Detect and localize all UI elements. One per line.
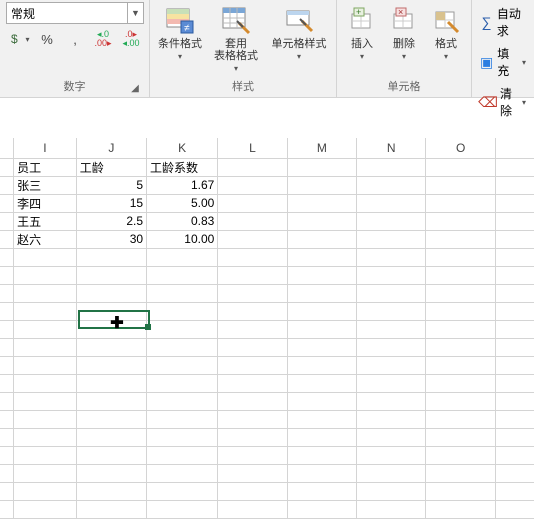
number-format-combo[interactable]: ▼ <box>6 2 144 24</box>
svg-text:×: × <box>398 7 403 17</box>
format-icon <box>430 4 462 36</box>
chevron-down-icon: ▾ <box>360 52 364 61</box>
sigma-icon: ∑ <box>480 14 493 30</box>
insert-button[interactable]: + 插入 ▾ <box>343 2 381 61</box>
table-row[interactable]: 王五 2.5 0.83 <box>0 212 534 230</box>
group-editing: ∑ 自动求 ▣ 填充▾ ⌫ 清除▾ <box>472 0 534 97</box>
cell[interactable]: 员工 <box>14 158 77 176</box>
accounting-format-button[interactable]: $▾ <box>6 26 32 52</box>
cell[interactable]: 王五 <box>14 212 77 230</box>
fill-button[interactable]: ▣ 填充▾ <box>478 44 528 80</box>
insert-icon: + <box>346 4 378 36</box>
increase-decimal-button[interactable]: ◂.0 .00▸ <box>90 26 116 52</box>
cell[interactable]: 工龄系数 <box>147 158 218 176</box>
cell[interactable]: 5 <box>76 176 146 194</box>
percent-button[interactable]: % <box>34 26 60 52</box>
table-row[interactable]: 赵六 30 10.00 <box>0 230 534 248</box>
svg-text:+: + <box>356 7 361 17</box>
ribbon: ▼ $▾ % , ◂.0 .00▸ .0▸ ◂.00 <box>0 0 534 98</box>
cell[interactable]: 15 <box>76 194 146 212</box>
cell[interactable]: 李四 <box>14 194 77 212</box>
table-row[interactable]: 员工 工龄 工龄系数 <box>0 158 534 176</box>
autosum-label: 自动求 <box>497 5 526 39</box>
format-label: 格式 <box>435 38 457 50</box>
conditional-formatting-label: 条件格式 <box>158 38 202 50</box>
cell[interactable]: 张三 <box>14 176 77 194</box>
format-button[interactable]: 格式 ▾ <box>427 2 465 61</box>
chevron-down-icon: ▾ <box>444 52 448 61</box>
table-row[interactable]: 张三 5 1.67 <box>0 176 534 194</box>
group-cells: + 插入 ▾ × 删除 ▾ 格式 ▾ 单元格 <box>337 0 472 97</box>
insert-label: 插入 <box>351 38 373 50</box>
conditional-formatting-button[interactable]: ≠ 条件格式 ▾ <box>156 2 204 61</box>
fill-label: 填充 <box>497 45 517 79</box>
delete-icon: × <box>388 4 420 36</box>
group-number-label: 数字 ◢ <box>6 76 143 97</box>
col-header[interactable]: J <box>76 138 146 158</box>
cell[interactable]: 2.5 <box>76 212 146 230</box>
group-number: ▼ $▾ % , ◂.0 .00▸ .0▸ ◂.00 <box>0 0 150 97</box>
col-header[interactable]: O <box>426 138 495 158</box>
svg-text:≠: ≠ <box>184 23 190 34</box>
chevron-down-icon: ▾ <box>297 52 301 61</box>
cell[interactable]: 30 <box>76 230 146 248</box>
cell[interactable]: 赵六 <box>14 230 77 248</box>
format-as-table-label: 套用 表格格式 <box>214 38 258 62</box>
number-format-dropdown[interactable]: ▼ <box>127 3 143 23</box>
col-header[interactable]: I <box>14 138 77 158</box>
cell-styles-label: 单元格样式 <box>272 38 327 50</box>
column-headers-row: I J K L M N O <box>0 138 534 158</box>
group-styles-label: 样式 <box>156 76 330 97</box>
format-as-table-button[interactable]: 套用 表格格式 ▾ <box>208 2 264 73</box>
chevron-down-icon: ▾ <box>234 64 238 73</box>
chevron-down-icon: ▾ <box>178 52 182 61</box>
cell-styles-icon <box>283 4 315 36</box>
decrease-decimal-button[interactable]: .0▸ ◂.00 <box>118 26 144 52</box>
number-dialog-launcher[interactable]: ◢ <box>129 83 141 95</box>
group-styles: ≠ 条件格式 ▾ 套用 表格格式 ▾ 单元格样式 ▾ 样式 <box>150 0 337 97</box>
fill-down-icon: ▣ <box>480 54 493 70</box>
grid[interactable]: I J K L M N O 员工 工龄 工龄系数 张三 5 1.67 李四 15… <box>0 138 534 519</box>
autosum-button[interactable]: ∑ 自动求 <box>478 4 528 40</box>
number-format-input[interactable] <box>7 3 127 23</box>
cell[interactable]: 1.67 <box>147 176 218 194</box>
col-header[interactable]: M <box>287 138 356 158</box>
comma-label: , <box>73 32 77 47</box>
cell[interactable]: 0.83 <box>147 212 218 230</box>
worksheet[interactable]: I J K L M N O 员工 工龄 工龄系数 张三 5 1.67 李四 15… <box>0 98 534 521</box>
table-row[interactable]: 李四 15 5.00 <box>0 194 534 212</box>
cell[interactable]: 10.00 <box>147 230 218 248</box>
conditional-formatting-icon: ≠ <box>164 4 196 36</box>
cell[interactable]: 5.00 <box>147 194 218 212</box>
chevron-down-icon: ▾ <box>402 52 406 61</box>
cell[interactable]: 工龄 <box>76 158 146 176</box>
comma-style-button[interactable]: , <box>62 26 88 52</box>
svg-text:$: $ <box>11 32 18 46</box>
delete-label: 删除 <box>393 38 415 50</box>
col-header[interactable]: K <box>147 138 218 158</box>
col-header[interactable]: N <box>357 138 426 158</box>
group-cells-label: 单元格 <box>343 76 465 97</box>
format-as-table-icon <box>220 4 252 36</box>
col-header[interactable]: L <box>218 138 287 158</box>
delete-button[interactable]: × 删除 ▾ <box>385 2 423 61</box>
cell-styles-button[interactable]: 单元格样式 ▾ <box>268 2 330 61</box>
percent-label: % <box>41 32 53 47</box>
